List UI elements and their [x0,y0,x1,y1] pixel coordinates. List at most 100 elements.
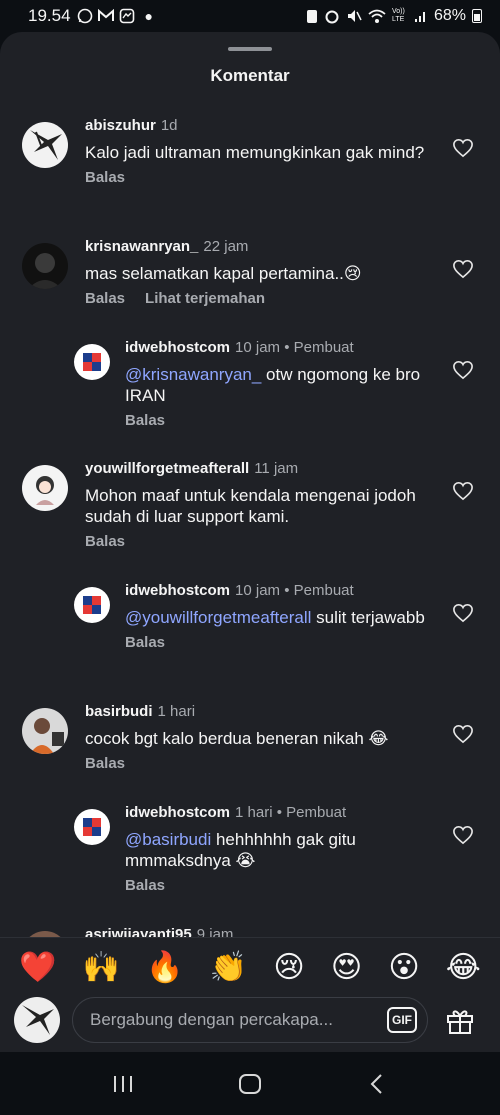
messenger-icon [119,8,134,24]
comments-sheet: Komentar abiszuhur 1d Kalo jadi ultraman … [0,32,500,1052]
mute-icon [347,10,362,22]
back-icon [370,1073,382,1094]
battery-percent: 68% [433,7,466,24]
comment-username[interactable]: youwillforgetmeafterall [85,460,249,477]
notification-icons: ● [77,8,153,24]
comment-username[interactable]: idwebhostcom [125,582,230,599]
creator-badge: • Pembuat [284,582,354,599]
gif-button[interactable]: GIF [387,1006,417,1033]
signal-icon [414,12,425,22]
comment-username[interactable]: basirbudi [85,703,153,720]
mention-link[interactable]: @krisnawanryan_ [125,365,261,384]
comment-text: Kalo jadi ultraman memungkinkan gak mind… [85,143,425,162]
comment-time: 10 jam [235,339,281,356]
comment-time: 11 jam [254,460,299,477]
like-heart-icon[interactable] [452,360,474,380]
like-heart-icon[interactable] [452,481,474,501]
comment-text-body: sulit terjawabb [311,608,425,627]
volte-label: Vo)) LTE [391,8,405,23]
like-heart-icon[interactable] [452,825,474,845]
like-heart-icon[interactable] [452,603,474,623]
like-heart-icon[interactable] [452,138,474,158]
reply-item: idwebhostcom 10 jam • Pembuat @youwillfor… [0,581,500,691]
system-nav-bar [0,1052,500,1115]
comment-input-placeholder[interactable]: Bergabung dengan percakapa... [90,1010,379,1030]
avatar[interactable] [74,809,110,845]
status-bar: 19.54 ● Vo)) LTE 68% [0,0,500,32]
emoji-surprised-button[interactable]: 😮 [388,950,419,985]
reply-button[interactable]: Balas [125,634,165,651]
comment-time: 1 hari [157,703,196,720]
home-button[interactable] [233,1069,267,1099]
avatar[interactable] [74,587,110,623]
battery-saver-icon [306,10,317,23]
gift-icon[interactable] [444,1004,476,1036]
comment-time: 1 hari [235,804,273,821]
emoji-crying-button[interactable]: 😢 [273,950,304,985]
like-heart-icon[interactable] [452,724,474,744]
avatar[interactable] [22,465,68,511]
recent-apps-button[interactable] [106,1069,140,1099]
reply-button[interactable]: Balas [85,290,125,307]
reply-item: idwebhostcom 10 jam • Pembuat @krisnawanr… [0,338,500,448]
creator-badge: • Pembuat [276,804,347,821]
comment-item: youwillforgetmeafterall 11 jam Mohon maaf… [0,459,500,569]
like-heart-icon[interactable] [452,259,474,279]
more-notifications-dot: ● [144,8,154,24]
comment-item: basirbudi 1 hari cocok bgt kalo berdua be… [0,702,500,802]
alarm-icon [325,10,339,24]
system-icons: Vo)) LTE 68% [306,7,482,25]
reply-button[interactable]: Balas [85,755,125,772]
back-button[interactable] [360,1069,394,1099]
translate-button[interactable]: Lihat terjemahan [145,290,265,307]
comment-time: 1d [160,117,178,134]
comment-text: mas selamatkan kapal pertamina..😢 [85,264,362,283]
emoji-heart-eyes-button[interactable]: 😍 [331,950,362,985]
comment-item: krisnawanryan_ 22 jam mas selamatkan kapa… [0,237,500,337]
emoji-raised-hands-button[interactable]: 🙌 [83,950,120,985]
comment-composer: Bergabung dengan percakapa... GIF [0,987,500,1052]
comment-username[interactable]: krisnawanryan_ [85,238,198,255]
gmail-icon [97,9,114,21]
creator-badge: • Pembuat [284,339,354,356]
comment-list[interactable]: abiszuhur 1d Kalo jadi ultraman memungkin… [0,112,500,937]
whatsapp-icon [77,8,92,24]
emoji-fire-button[interactable]: 🔥 [146,950,183,985]
avatar [14,996,60,1043]
comment-username[interactable]: idwebhostcom [125,804,230,821]
comment-username[interactable]: abiszuhur [85,117,156,134]
comment-time: 9 jam [196,926,234,937]
emoji-laughing-button[interactable]: 😂 [446,950,481,985]
comment-item: asriwijayanti95 9 jam [0,925,500,937]
reply-button[interactable]: Balas [125,877,165,894]
comment-text: @krisnawanryan_ otw ngomong ke bro IRAN [125,364,425,406]
emoji-clap-button[interactable]: 👏 [210,950,247,985]
comment-item: abiszuhur 1d Kalo jadi ultraman memungkin… [0,116,500,226]
mention-link[interactable]: @youwillforgetmeafterall [125,608,311,627]
comment-text: cocok bgt kalo berdua beneran nikah 😂 [85,729,389,748]
home-icon [238,1073,261,1094]
comment-username[interactable]: idwebhostcom [125,339,230,356]
comment-text: @youwillforgetmeafterall sulit terjawabb [125,607,425,628]
comment-time: 22 jam [203,238,249,255]
reply-button[interactable]: Balas [85,533,125,550]
recent-apps-icon [114,1075,133,1092]
mention-link[interactable]: @basirbudi [125,830,211,849]
battery-icon [472,9,482,23]
avatar[interactable] [22,122,68,168]
wifi-icon [368,9,386,23]
comment-text: Mohon maaf untuk kendala mengenai jodoh … [85,486,416,526]
reply-button[interactable]: Balas [85,169,125,186]
drag-handle[interactable] [228,47,272,51]
comment-username[interactable]: asriwijayanti95 [85,926,192,937]
sheet-title: Komentar [210,66,290,85]
comment-text: @basirbudi hehhhhhh gak gitu mmmaksdnya … [125,829,425,871]
reply-button[interactable]: Balas [125,412,165,429]
comment-time: 10 jam [235,582,281,599]
comment-input[interactable]: Bergabung dengan percakapa... GIF [72,996,428,1043]
reply-item: idwebhostcom 1 hari • Pembuat @basirbudi … [0,803,500,913]
avatar[interactable] [22,243,68,289]
emoji-heart-button[interactable]: ❤️ [19,950,56,985]
avatar[interactable] [22,708,68,754]
avatar[interactable] [74,344,110,380]
